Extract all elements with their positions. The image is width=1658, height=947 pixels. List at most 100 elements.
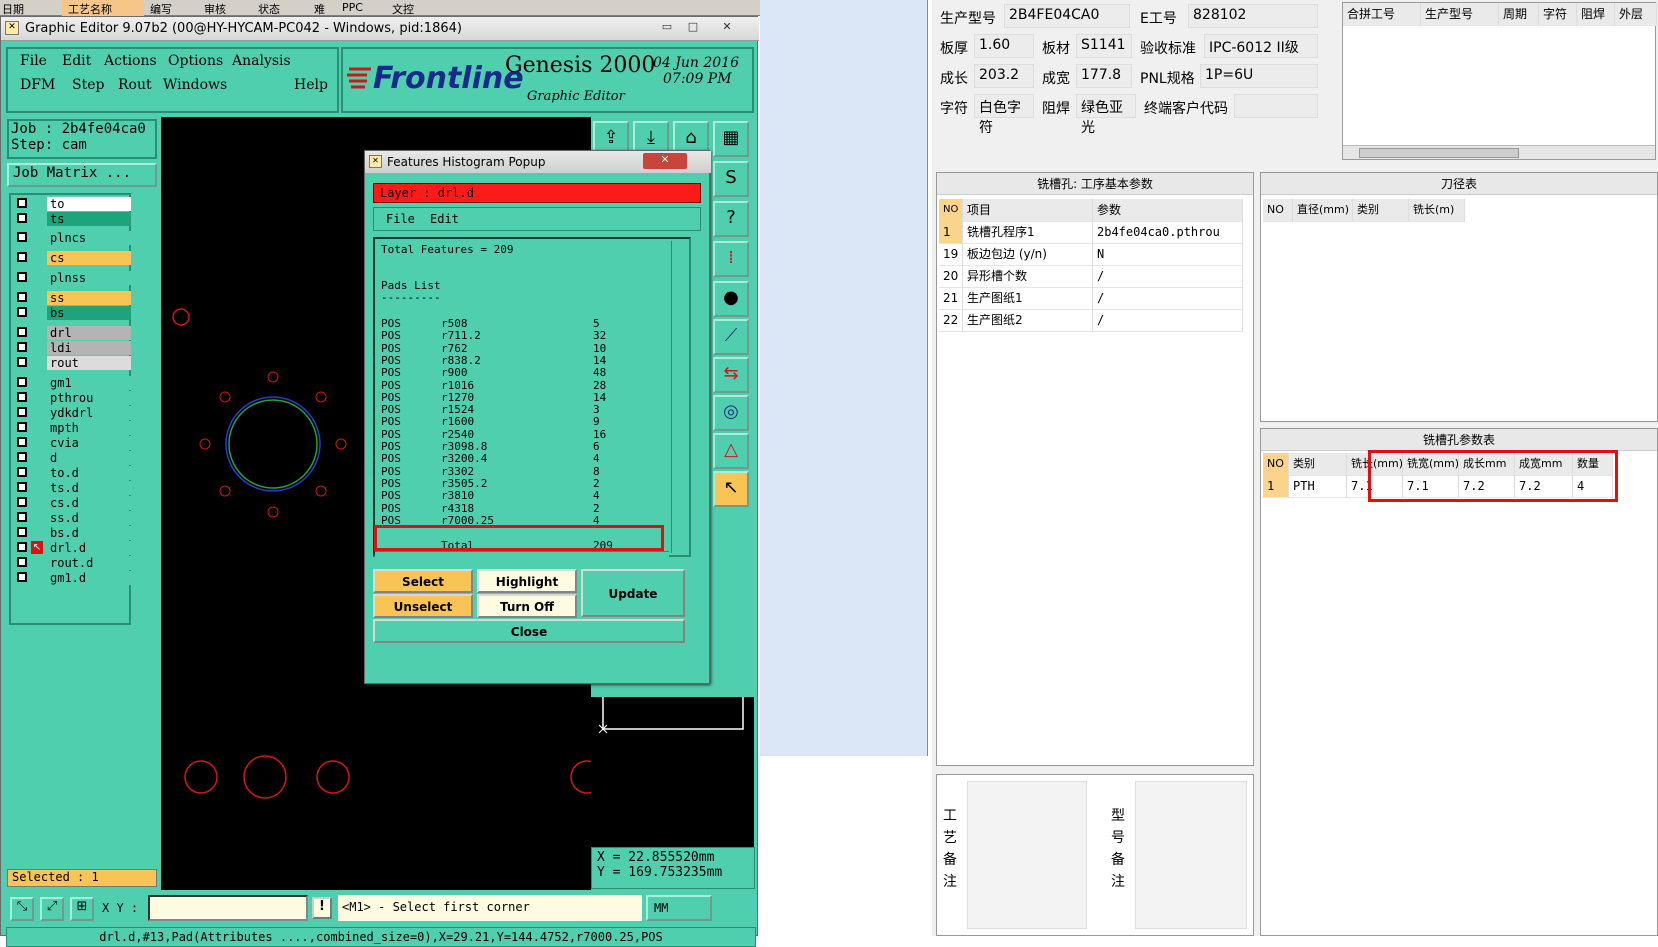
table-cell[interactable]: /: [1093, 287, 1243, 310]
drill-pad[interactable]: [335, 438, 347, 450]
layer-row[interactable]: pthrou: [13, 391, 131, 405]
table-cell[interactable]: /: [1093, 265, 1243, 288]
table-cell[interactable]: 22: [939, 309, 963, 332]
grid-toggle-icon[interactable]: ⊞: [70, 897, 94, 921]
table-cell[interactable]: 异形槽个数: [963, 265, 1093, 288]
process-note-input[interactable]: [967, 781, 1087, 929]
drill-pad[interactable]: [267, 506, 279, 518]
layer-name[interactable]: plnss: [47, 271, 131, 285]
layer-row[interactable]: cs: [13, 251, 131, 265]
layer-name[interactable]: ydkdrl: [47, 406, 131, 420]
layer-name[interactable]: bs: [47, 306, 131, 320]
line-tool-icon[interactable]: ⟋: [713, 319, 749, 355]
table-cell[interactable]: 生产图纸1: [963, 287, 1093, 310]
popup-menu-edit[interactable]: Edit: [430, 212, 459, 226]
layer-row[interactable]: ts.d: [13, 481, 131, 495]
table-cell[interactable]: N: [1093, 243, 1243, 266]
layer-checkbox[interactable]: [17, 572, 27, 582]
layer-name[interactable]: cvia: [47, 436, 131, 450]
layer-checkbox[interactable]: [17, 232, 27, 242]
layer-name[interactable]: cs: [47, 251, 131, 265]
drill-pad[interactable]: [315, 391, 327, 403]
layer-name[interactable]: drl.d: [47, 541, 131, 555]
value-pnl[interactable]: 1P=6U: [1200, 64, 1318, 88]
table-cell[interactable]: 21: [939, 287, 963, 310]
layer-row[interactable]: rout.d: [13, 556, 131, 570]
layer-checkbox[interactable]: [17, 497, 27, 507]
table-cell[interactable]: 生产图纸2: [963, 309, 1093, 332]
layer-row[interactable]: mpth: [13, 421, 131, 435]
layer-row[interactable]: gm1.d: [13, 571, 131, 585]
menu-actions[interactable]: Actions: [104, 53, 157, 69]
unselect-button[interactable]: Unselect: [373, 594, 473, 618]
drill-pad[interactable]: [199, 438, 211, 450]
job-matrix-button[interactable]: Job Matrix ...: [7, 163, 157, 187]
layer-checkbox[interactable]: [17, 307, 27, 317]
layer-row[interactable]: drl: [13, 326, 131, 340]
layer-name[interactable]: ts: [47, 212, 131, 226]
layer-name[interactable]: gm1: [47, 376, 131, 390]
value-thickness[interactable]: 1.60: [974, 34, 1034, 58]
table-cell[interactable]: 铣槽孔程序1: [963, 221, 1093, 244]
layer-checkbox[interactable]: [17, 557, 27, 567]
layer-name[interactable]: pthrou: [47, 391, 131, 405]
layer-name[interactable]: d: [47, 451, 131, 465]
menu-help[interactable]: Help: [294, 77, 328, 93]
table-cell[interactable]: 1: [939, 221, 963, 244]
maximize-button[interactable]: □: [683, 20, 703, 36]
select-button[interactable]: Select: [373, 569, 473, 593]
help-icon[interactable]: ?: [713, 201, 749, 237]
table-cell[interactable]: 20: [939, 265, 963, 288]
layer-row[interactable]: ts: [13, 212, 131, 226]
drill-pad-ring[interactable]: [225, 396, 321, 492]
layer-row[interactable]: bs: [13, 306, 131, 320]
grid-icon[interactable]: ▦: [713, 121, 749, 157]
layer-name[interactable]: to: [47, 197, 131, 211]
value-acceptance[interactable]: IPC-6012 II级: [1204, 34, 1318, 58]
layer-row[interactable]: ydkdrl: [13, 406, 131, 420]
drill-pad[interactable]: [570, 760, 604, 794]
layer-name[interactable]: ldi: [47, 341, 131, 355]
scrollbar-thumb[interactable]: [1359, 148, 1519, 158]
table-cell[interactable]: PTH: [1289, 475, 1347, 498]
layer-checkbox[interactable]: [17, 452, 27, 462]
layer-row[interactable]: ss.d: [13, 511, 131, 525]
drill-pad-outline[interactable]: [228, 399, 318, 489]
value-soldermask[interactable]: 绿色亚光: [1076, 94, 1136, 136]
pad-tool-icon[interactable]: ●: [713, 281, 749, 317]
layer-row[interactable]: d: [13, 451, 131, 465]
alert-icon[interactable]: !: [312, 897, 332, 919]
layer-checkbox[interactable]: [17, 437, 27, 447]
flip-tool-icon[interactable]: ⇆: [713, 357, 749, 393]
layer-name[interactable]: gm1.d: [47, 571, 131, 585]
drill-pad[interactable]: [172, 308, 190, 326]
snap-icon[interactable]: S: [713, 161, 749, 197]
histogram-list[interactable]: Total Features = 209 Pads List --------- PO…: [373, 237, 691, 557]
drill-pad[interactable]: [219, 391, 231, 403]
highlight-button[interactable]: Highlight: [477, 569, 577, 593]
layer-name[interactable]: cs.d: [47, 496, 131, 510]
layer-row[interactable]: to: [13, 197, 131, 211]
layer-row[interactable]: cs.d: [13, 496, 131, 510]
popup-menu-file[interactable]: File: [386, 212, 415, 226]
update-button[interactable]: Update: [581, 569, 685, 617]
layer-row[interactable]: plnss: [13, 271, 131, 285]
layer-name[interactable]: rout: [47, 356, 131, 370]
drill-pad[interactable]: [243, 755, 287, 799]
value-e-number[interactable]: 828102: [1188, 4, 1318, 28]
select-tool-icon[interactable]: ↖: [713, 471, 749, 507]
menu-file[interactable]: File: [20, 53, 47, 69]
layer-name[interactable]: mpth: [47, 421, 131, 435]
layer-checkbox[interactable]: [17, 542, 27, 552]
drill-pad[interactable]: [267, 371, 279, 383]
value-material[interactable]: S1141: [1076, 34, 1132, 58]
turn-off-button[interactable]: Turn Off: [477, 594, 577, 618]
menu-analysis[interactable]: Analysis: [232, 53, 291, 69]
zoom-area-icon[interactable]: ⤢: [40, 897, 64, 921]
table-cell[interactable]: 2b4fe04ca0.pthrou: [1093, 221, 1243, 244]
layer-checkbox[interactable]: [17, 198, 27, 208]
table-cell[interactable]: /: [1093, 309, 1243, 332]
measure-tool-icon[interactable]: △: [713, 433, 749, 469]
minimize-button[interactable]: ▭: [657, 20, 677, 36]
layer-row[interactable]: ss: [13, 291, 131, 305]
